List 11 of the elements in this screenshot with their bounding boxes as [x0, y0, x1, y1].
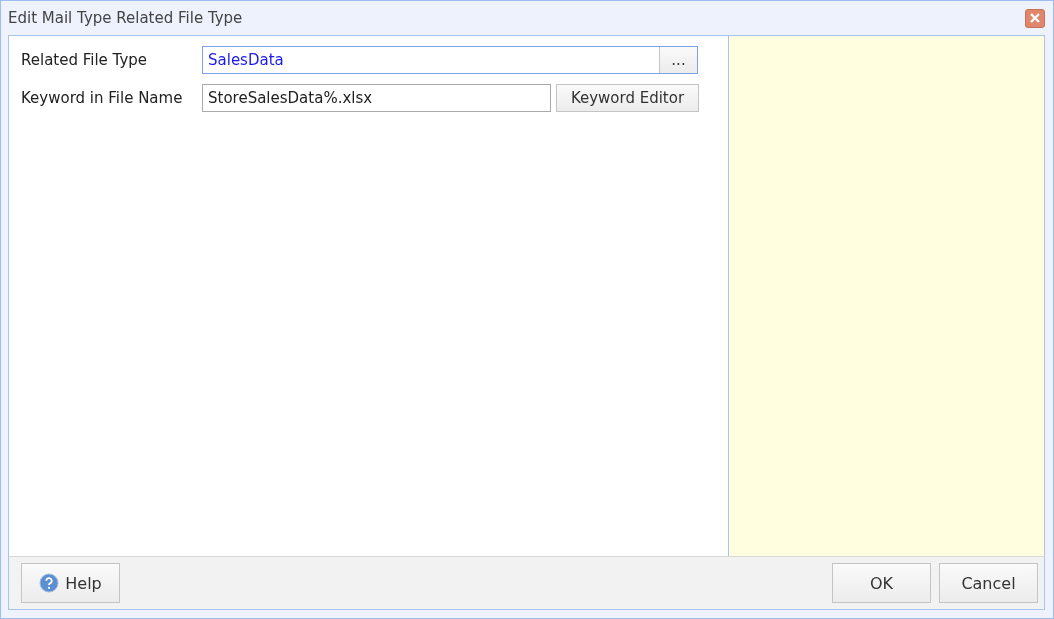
ok-button[interactable]: OK [832, 563, 931, 603]
field-label: Keyword in File Name [21, 89, 184, 107]
help-icon [39, 573, 60, 593]
input-field[interactable]: StoreSalesData%.xlsx [202, 84, 551, 112]
window-title: Edit Mail Type Related File Type [8, 9, 243, 27]
cancel-button[interactable]: Cancel [939, 563, 1038, 603]
help-button[interactable]: Help [21, 563, 120, 603]
close-button[interactable] [1025, 8, 1045, 28]
field-label: Related File Type [21, 51, 149, 69]
keyword-editor-button[interactable]: Keyword Editor [556, 84, 699, 112]
close-icon [1030, 13, 1040, 23]
